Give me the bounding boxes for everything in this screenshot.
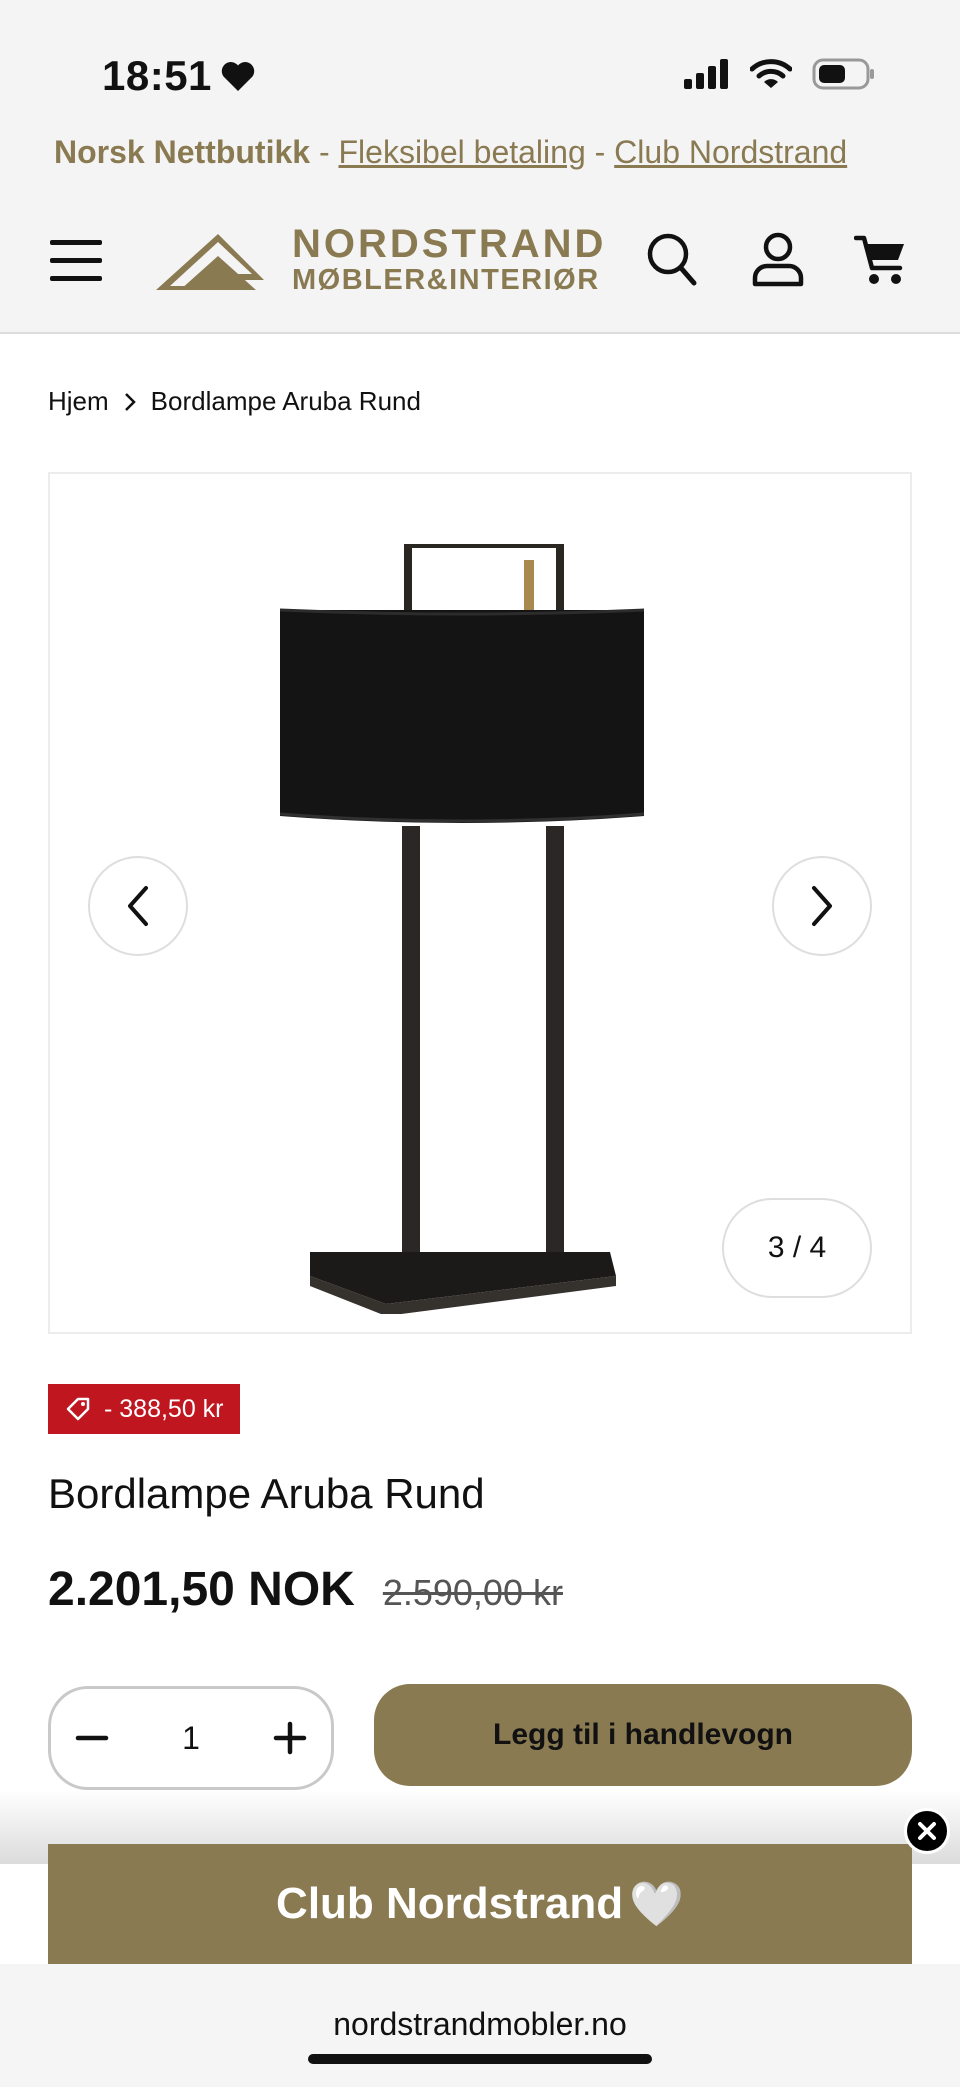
quantity-value[interactable]: 1: [182, 1720, 200, 1757]
minus-icon[interactable]: [75, 1721, 109, 1755]
chevron-right-icon: [124, 392, 136, 411]
announcement-text: Norsk Nettbutikk - Fleksibel betaling - …: [54, 134, 847, 171]
white-heart-icon: 🤍: [629, 1880, 684, 1929]
hamburger-line: [50, 276, 102, 281]
url-text[interactable]: nordstrandmobler.no: [0, 2006, 960, 2043]
site-logo[interactable]: NORDSTRAND MØBLER&INTERIØR: [156, 224, 618, 295]
site-header: NORDSTRAND MØBLER&INTERIØR: [0, 176, 960, 334]
menu-button[interactable]: [50, 240, 102, 282]
product-image: [280, 544, 645, 1314]
product-gallery: 3 / 4: [48, 472, 912, 1334]
club-promo-label: Club Nordstrand: [276, 1879, 624, 1928]
plus-icon[interactable]: [273, 1721, 307, 1755]
breadcrumb: Hjem Bordlampe Aruba Rund: [48, 386, 421, 417]
discount-text: - 388,50 kr: [104, 1394, 224, 1423]
close-icon: [918, 1822, 936, 1840]
announcement-shop: Norsk Nettbutikk: [54, 134, 311, 170]
status-bar: 18:51: [0, 0, 960, 140]
gallery-prev-button[interactable]: [88, 856, 188, 956]
status-time: 18:51: [102, 52, 256, 100]
logo-wordmark: NORDSTRAND MØBLER&INTERIØR: [292, 224, 606, 295]
battery-icon: [812, 58, 874, 90]
home-indicator[interactable]: [308, 2054, 652, 2064]
account-icon[interactable]: [752, 232, 804, 288]
announcement-club-link[interactable]: Club Nordstrand: [614, 134, 847, 170]
gallery-counter: 3 / 4: [722, 1198, 872, 1298]
gallery-next-button[interactable]: [772, 856, 872, 956]
close-promo-button[interactable]: [904, 1808, 950, 1854]
chevron-left-icon: [128, 886, 148, 926]
product-title: Bordlampe Aruba Rund: [48, 1470, 485, 1517]
add-to-cart-button[interactable]: Legg til i handlevogn: [374, 1684, 912, 1786]
announcement-separator: -: [585, 134, 615, 170]
breadcrumb-current: Bordlampe Aruba Rund: [150, 386, 421, 416]
original-price: 2.590,00 kr: [382, 1572, 563, 1613]
signal-icon: [684, 59, 728, 89]
announcement-bar: Norsk Nettbutikk - Fleksibel betaling - …: [0, 126, 960, 176]
price-row: 2.201,50 NOK 2.590,00 kr: [48, 1562, 563, 1617]
logo-line2: MØBLER&INTERIØR: [292, 264, 600, 296]
heart-icon: [221, 62, 255, 91]
logo-mark-icon: [156, 234, 264, 290]
club-promo-bar[interactable]: Club Nordstrand 🤍: [48, 1844, 912, 1964]
quantity-stepper: 1: [48, 1686, 334, 1790]
hamburger-line: [50, 240, 102, 245]
current-price: 2.201,50 NOK: [48, 1563, 355, 1616]
chevron-right-icon: [812, 886, 832, 926]
status-icons: [684, 58, 876, 90]
announcement-separator: -: [310, 134, 339, 170]
price-tag-icon: [66, 1397, 90, 1421]
clock-text: 18:51: [102, 52, 212, 99]
hamburger-line: [50, 258, 102, 263]
breadcrumb-home-link[interactable]: Hjem: [48, 386, 109, 417]
logo-line1: NORDSTRAND: [292, 222, 607, 266]
search-icon[interactable]: [646, 232, 698, 288]
wifi-icon: [750, 59, 792, 88]
announcement-payment-link[interactable]: Fleksibel betaling: [338, 134, 585, 170]
browser-url-bar[interactable]: nordstrandmobler.no: [0, 1964, 960, 2087]
discount-badge: - 388,50 kr: [48, 1384, 240, 1434]
cart-icon[interactable]: [854, 232, 908, 288]
